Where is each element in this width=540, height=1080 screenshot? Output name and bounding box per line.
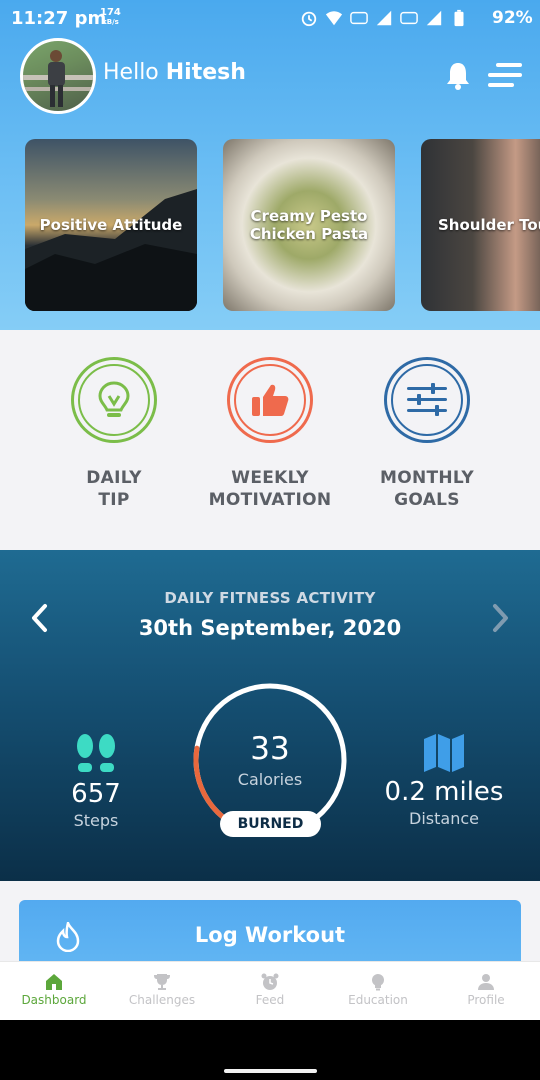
calories-label: Calories: [237, 770, 303, 789]
featured-card[interactable]: Positive Attitude: [25, 139, 197, 311]
distance-value: 0.2 miles: [384, 777, 504, 807]
nav-feed[interactable]: Feed: [216, 962, 324, 1020]
alarm-clock-icon: [261, 973, 279, 990]
daily-tip-line2: TIP: [98, 490, 130, 510]
featured-card[interactable]: Shoulder Touch: [421, 139, 540, 311]
monthly-goals-button[interactable]: MONTHLY GOALS: [347, 357, 507, 511]
steps-label: Steps: [73, 811, 119, 830]
log-workout-section: Log Workout: [0, 881, 540, 970]
monthly-goals-line2: GOALS: [394, 490, 460, 510]
nav-education-label: Education: [348, 993, 408, 1007]
daily-tip-label: DAILY TIP: [34, 467, 194, 511]
signal-icon: [376, 10, 392, 26]
nav-dashboard-label: Dashboard: [21, 993, 87, 1007]
person-icon: [478, 974, 494, 990]
battery-percent: 92%: [492, 8, 533, 28]
greeting: Hello Hitesh: [103, 60, 246, 85]
wifi-icon: [325, 11, 343, 26]
lightbulb-icon: [98, 381, 130, 417]
greeting-prefix: Hello: [103, 60, 159, 85]
distance-label: Distance: [409, 809, 479, 828]
nav-feed-label: Feed: [255, 993, 285, 1007]
log-workout-label: Log Workout: [194, 923, 346, 947]
weekly-motivation-button[interactable]: WEEKLY MOTIVATION: [190, 357, 350, 511]
monthly-goals-circle: [384, 357, 470, 443]
thumbs-up-icon: [252, 384, 289, 416]
person-photo-icon: [23, 50, 93, 107]
home-icon: [46, 974, 62, 990]
monthly-goals-label: MONTHLY GOALS: [347, 467, 507, 511]
network-speed: 174 kB/s: [100, 7, 121, 27]
nav-challenges[interactable]: Challenges: [108, 962, 216, 1020]
nav-profile-label: Profile: [467, 993, 505, 1007]
battery-icon: [454, 9, 464, 27]
network-speed-value: 174: [100, 7, 121, 18]
app-screen: 11:27 pm 174 kB/s 92% Hello Hitesh Posit…: [0, 0, 540, 1020]
nav-profile[interactable]: Profile: [432, 962, 540, 1020]
quick-actions: DAILY TIP WEEKLY MOTIVATION MONTHLY GOAL…: [0, 330, 540, 550]
trophy-icon: [154, 974, 170, 990]
status-icons: [300, 8, 468, 28]
activity-subtitle: DAILY FITNESS ACTIVITY: [164, 589, 376, 607]
featured-card[interactable]: Creamy Pesto Chicken Pasta: [223, 139, 395, 311]
network-speed-unit: kB/s: [102, 18, 119, 26]
map-icon: [424, 734, 464, 772]
system-home-indicator[interactable]: [224, 1069, 317, 1073]
card-title: Positive Attitude: [39, 216, 183, 234]
monthly-goals-line1: MONTHLY: [379, 468, 474, 488]
weekly-motivation-circle: [227, 357, 313, 443]
weekly-motivation-label: WEEKLY MOTIVATION: [190, 467, 350, 511]
burned-badge: BURNED: [220, 811, 321, 837]
sliders-icon: [407, 383, 447, 416]
card-title: Shoulder Touch: [438, 216, 540, 234]
card-title: Creamy Pesto Chicken Pasta: [249, 207, 369, 243]
avatar[interactable]: [20, 38, 96, 114]
user-name: Hitesh: [165, 60, 246, 85]
featured-carousel[interactable]: Positive Attitude Creamy Pesto Chicken P…: [25, 139, 540, 311]
status-time: 11:27 pm: [11, 8, 107, 29]
daily-tip-circle: [71, 357, 157, 443]
steps-value: 657: [71, 779, 121, 809]
nav-dashboard[interactable]: Dashboard: [0, 962, 108, 1020]
volte-icon: [400, 11, 418, 25]
menu-icon[interactable]: [488, 62, 522, 88]
steps-stat: 657 Steps: [46, 733, 146, 830]
footprints-icon: [77, 734, 115, 772]
calories-value: 33: [250, 731, 290, 767]
daily-tip-line1: DAILY: [86, 468, 142, 488]
bell-icon[interactable]: [444, 60, 472, 90]
log-workout-button[interactable]: Log Workout: [19, 900, 521, 970]
nav-challenges-label: Challenges: [128, 993, 196, 1007]
lightbulb-icon: [372, 974, 384, 991]
nav-education[interactable]: Education: [324, 962, 432, 1020]
alarm-icon: [301, 11, 317, 27]
weekly-motivation-line2: MOTIVATION: [208, 490, 332, 510]
bottom-navigation: Dashboard Challenges Feed Education Prof…: [0, 961, 540, 1020]
header: 11:27 pm 174 kB/s 92% Hello Hitesh Posit…: [0, 0, 540, 330]
volte-icon: [350, 11, 368, 25]
daily-tip-button[interactable]: DAILY TIP: [34, 357, 194, 511]
signal-icon: [426, 10, 442, 26]
distance-stat: 0.2 miles Distance: [379, 733, 509, 828]
weekly-motivation-line1: WEEKLY: [231, 468, 309, 488]
daily-fitness-activity: DAILY FITNESS ACTIVITY 30th September, 2…: [0, 550, 540, 881]
status-bar: 11:27 pm 174 kB/s 92%: [0, 0, 540, 38]
activity-date: 30th September, 2020: [138, 616, 402, 640]
